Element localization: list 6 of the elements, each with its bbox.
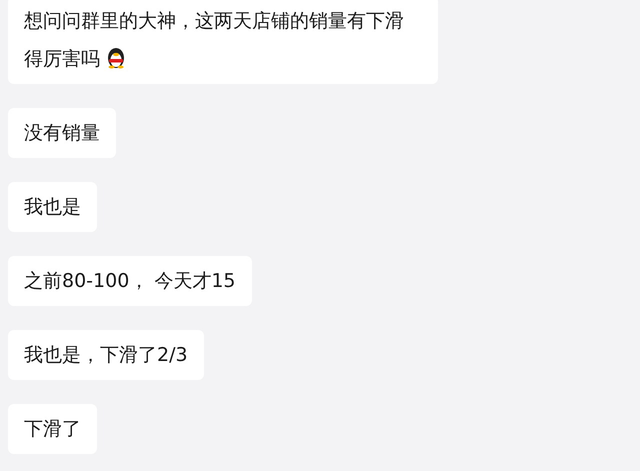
message-text: 我也是，下滑了2/3: [24, 344, 188, 366]
message-text: 想问问群里的大神，这两天店铺的销量有下滑得厉害吗: [24, 10, 404, 70]
message-text: 我也是: [24, 196, 81, 218]
message-text: 没有销量: [24, 122, 100, 144]
message-text: 之前80-100， 今天才15: [24, 270, 236, 292]
message-text: 下滑了: [24, 418, 81, 440]
